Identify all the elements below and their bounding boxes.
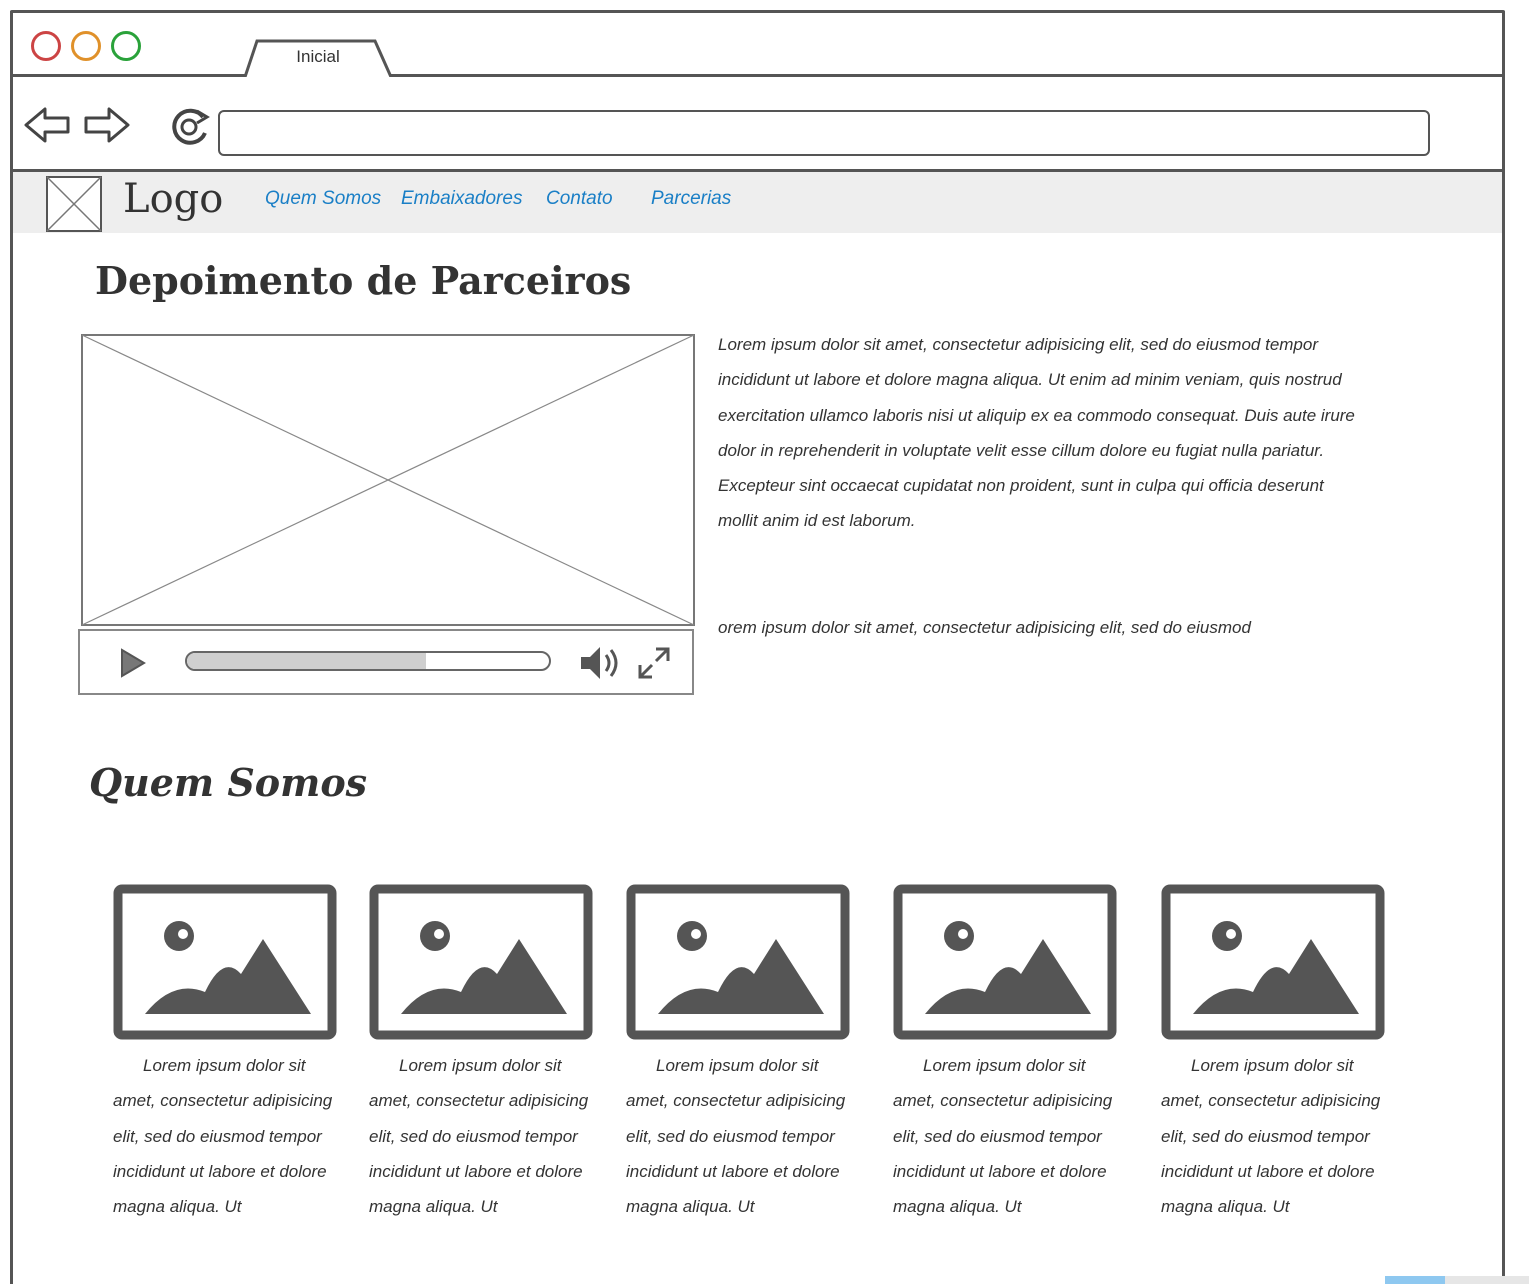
nav-link-embaixadores[interactable]: Embaixadores xyxy=(401,188,522,210)
browser-toolbar xyxy=(13,77,1502,172)
site-header: Logo Quem Somos Embaixadores Contato Par… xyxy=(13,172,1502,233)
forward-arrow-icon[interactable] xyxy=(83,105,131,149)
close-window-button[interactable] xyxy=(31,31,61,61)
fullscreen-icon[interactable] xyxy=(636,645,672,685)
testimonial-paragraph: Lorem ipsum dolor sit amet, consectetur … xyxy=(718,335,1355,531)
image-placeholder-icon xyxy=(1161,884,1401,1040)
about-card-text: Lorem ipsum dolor sit amet, consectetur … xyxy=(1161,1056,1381,1217)
nav-link-quem-somos[interactable]: Quem Somos xyxy=(265,188,381,210)
horizontal-scrollbar[interactable] xyxy=(1385,1276,1529,1284)
back-arrow-icon[interactable] xyxy=(23,105,71,149)
tab-inicial[interactable]: Inicial xyxy=(243,39,393,77)
nav-link-parcerias[interactable]: Parcerias xyxy=(651,188,731,210)
video-placeholder[interactable] xyxy=(81,334,695,626)
about-card: Lorem ipsum dolor sit amet, consectetur … xyxy=(369,884,609,1224)
testimonial-paragraph-continued: orem ipsum dolor sit amet, consectetur a… xyxy=(718,618,1251,637)
image-placeholder-icon xyxy=(113,884,353,1040)
logo-image-placeholder xyxy=(45,175,103,237)
volume-icon[interactable] xyxy=(578,643,626,687)
video-controls xyxy=(78,629,694,695)
about-card-text: Lorem ipsum dolor sit amet, consectetur … xyxy=(113,1056,333,1217)
about-card: Lorem ipsum dolor sit amet, consectetur … xyxy=(113,884,353,1224)
about-card: Lorem ipsum dolor sit amet, consectetur … xyxy=(893,884,1133,1224)
browser-window: Inicial Logo Quem Somos Embaixadores Con… xyxy=(10,10,1505,1284)
play-icon[interactable] xyxy=(118,647,148,683)
maximize-window-button[interactable] xyxy=(111,31,141,61)
address-bar[interactable] xyxy=(218,110,1430,156)
scrollbar-thumb[interactable] xyxy=(1385,1276,1445,1284)
image-placeholder-icon xyxy=(893,884,1133,1040)
about-card-text: Lorem ipsum dolor sit amet, consectetur … xyxy=(369,1056,589,1217)
about-card: Lorem ipsum dolor sit amet, consectetur … xyxy=(626,884,866,1224)
about-card-text: Lorem ipsum dolor sit amet, consectetur … xyxy=(893,1056,1113,1217)
about-card: Lorem ipsum dolor sit amet, consectetur … xyxy=(1161,884,1401,1224)
minimize-window-button[interactable] xyxy=(71,31,101,61)
about-title: Quem Somos xyxy=(89,760,368,805)
video-progress-bar[interactable] xyxy=(185,651,551,671)
reload-icon[interactable] xyxy=(167,105,213,153)
video-progress-fill xyxy=(187,653,426,669)
image-placeholder-icon xyxy=(626,884,866,1040)
testimonials-title: Depoimento de Parceiros xyxy=(95,258,632,303)
nav-link-contato[interactable]: Contato xyxy=(546,188,613,210)
title-bar: Inicial xyxy=(13,13,1502,77)
image-placeholder-icon xyxy=(369,884,609,1040)
about-card-text: Lorem ipsum dolor sit amet, consectetur … xyxy=(626,1056,846,1217)
logo-text: Logo xyxy=(123,176,224,222)
tab-label: Inicial xyxy=(296,47,340,66)
page-content: Logo Quem Somos Embaixadores Contato Par… xyxy=(13,172,1502,1284)
